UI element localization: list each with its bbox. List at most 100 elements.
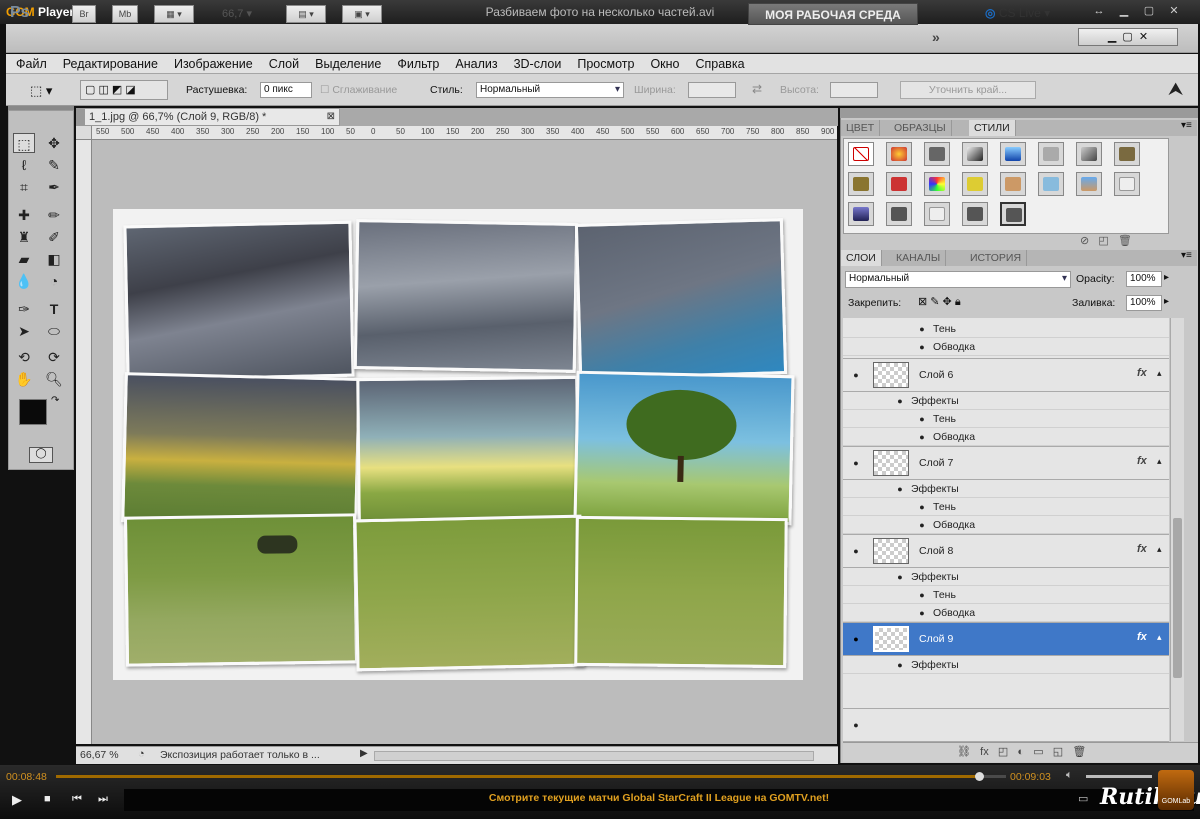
rect-marquee-icon[interactable]: ⬚ xyxy=(13,133,35,153)
refine-edge-button[interactable]: Уточнить край... xyxy=(900,81,1036,99)
zoom-icon[interactable]: 🔍︎ xyxy=(43,369,65,389)
mini-bridge-button[interactable]: Mb xyxy=(112,5,138,23)
effects-row[interactable]: ● Эффекты xyxy=(843,480,1169,498)
arrange-documents-button[interactable]: ▤ ▾ xyxy=(286,5,326,23)
style-swatch[interactable] xyxy=(1000,142,1026,166)
document-canvas[interactable] xyxy=(113,209,803,680)
gomlab-logo[interactable]: GOMLab xyxy=(1158,770,1194,810)
pen-icon[interactable]: ✑ xyxy=(13,299,35,319)
zoom-level-dropdown[interactable]: 66,7 ▾ xyxy=(222,7,252,20)
move-icon[interactable]: ✥ xyxy=(43,133,65,153)
effects-row[interactable]: ● Эффекты xyxy=(843,656,1169,674)
effect-shadow[interactable]: ● Тень xyxy=(843,410,1169,428)
opacity-input[interactable]: 100% xyxy=(1126,271,1162,287)
gradient-icon[interactable]: ◧ xyxy=(43,249,65,269)
menu-item[interactable]: Справка xyxy=(695,57,744,71)
style-swatch[interactable] xyxy=(924,142,950,166)
volume-icon[interactable]: 🔈︎ xyxy=(1066,769,1073,782)
style-swatch[interactable] xyxy=(962,172,988,196)
workspace-button[interactable]: МОЯ РАБОЧАЯ СРЕДА xyxy=(748,3,918,25)
layer-row[interactable]: ● Слой 6 fx ▴ xyxy=(843,358,1169,392)
styles-footer-icons[interactable]: ⊘ ◰ 🗑︎ xyxy=(1080,234,1132,247)
stop-button[interactable]: ■ xyxy=(44,793,51,805)
style-swatch[interactable] xyxy=(1076,172,1102,196)
style-swatch[interactable] xyxy=(1114,172,1140,196)
ticker-banner[interactable]: Смотрите текущие матчи Global StarCraft … xyxy=(124,789,1194,811)
close-button[interactable]: ✕ xyxy=(1165,4,1183,19)
width-input[interactable] xyxy=(688,82,736,98)
volume-slider[interactable] xyxy=(1086,775,1152,778)
style-none[interactable] xyxy=(848,142,874,166)
menu-item[interactable]: Окно xyxy=(650,57,679,71)
fill-input[interactable]: 100% xyxy=(1126,295,1162,311)
effect-stroke[interactable]: ● Обводка xyxy=(843,604,1169,622)
layers-footer-icons[interactable]: ⛓ fx ◰ ◐ ▭ ◱ 🗑︎ xyxy=(957,745,1086,758)
menu-item[interactable]: Просмотр xyxy=(577,57,634,71)
lasso-icon[interactable]: ℓ xyxy=(13,155,35,175)
layer-row[interactable]: ● Слой 8 fx ▴ xyxy=(843,534,1169,568)
swap-colors-icon[interactable]: ↷ xyxy=(51,395,59,406)
style-swatch[interactable] xyxy=(924,172,950,196)
crop-icon[interactable]: ⌗ xyxy=(13,177,35,197)
style-swatch[interactable] xyxy=(1114,142,1140,166)
cs-live-button[interactable]: ◎ CS Live ▾ xyxy=(985,6,1050,20)
style-swatch[interactable] xyxy=(848,172,874,196)
screen-icon[interactable]: ▭ xyxy=(1078,792,1088,805)
effect-stroke[interactable]: ● Обводка xyxy=(843,338,1169,356)
play-button[interactable]: ▶ xyxy=(12,792,22,808)
antialias-checkbox[interactable]: ☐ Сглаживание xyxy=(320,84,397,96)
menu-item[interactable]: 3D-слои xyxy=(514,57,562,71)
healing-icon[interactable]: ✚ xyxy=(13,205,35,225)
dodge-icon[interactable]: ◔ xyxy=(43,271,65,291)
layers-menu-icon[interactable]: ▾≡ xyxy=(1181,250,1192,261)
quick-select-icon[interactable]: ✎ xyxy=(43,155,65,175)
menu-item[interactable]: Файл xyxy=(16,57,47,71)
tab-layers[interactable]: СЛОИ xyxy=(841,250,882,266)
style-swatch[interactable] xyxy=(848,202,874,226)
lock-icons[interactable]: ⊠ ✎ ✥ 🔒︎ xyxy=(918,295,961,309)
effects-row[interactable]: ● Эффекты xyxy=(843,392,1169,410)
layers-scrollbar[interactable] xyxy=(1170,318,1184,741)
layer-row[interactable]: ● Слой 7 fx ▴ xyxy=(843,446,1169,480)
menu-item[interactable]: Анализ xyxy=(455,57,497,71)
minimize-button[interactable]: ▁ xyxy=(1115,4,1133,19)
selection-mode-icons[interactable]: ▢ ◫ ◩ ◪ xyxy=(80,80,168,100)
status-menu-arrow-icon[interactable]: ▶ xyxy=(360,748,368,759)
height-input[interactable] xyxy=(830,82,878,98)
view-extras-button[interactable]: ▦ ▾ xyxy=(154,5,194,23)
previous-button[interactable]: ⏮ xyxy=(72,793,82,806)
tab-styles[interactable]: СТИЛИ xyxy=(969,120,1016,136)
history-brush-icon[interactable]: ✐ xyxy=(43,227,65,247)
style-swatch[interactable] xyxy=(1038,142,1064,166)
fill-arrow-icon[interactable]: ▸ xyxy=(1164,296,1169,307)
next-button[interactable]: ⏭ xyxy=(98,793,108,806)
status-info-icon[interactable]: ◔ xyxy=(138,748,145,760)
menu-item[interactable]: Редактирование xyxy=(63,57,158,71)
foreground-color-swatch[interactable] xyxy=(19,399,47,425)
effect-shadow[interactable]: ● Тень xyxy=(843,586,1169,604)
chevron-right-icon[interactable]: » xyxy=(932,29,940,45)
effect-stroke[interactable]: ● Обводка xyxy=(843,516,1169,534)
layer-row[interactable]: ● xyxy=(843,708,1169,742)
blur-icon[interactable]: 💧 xyxy=(13,271,35,291)
document-tab[interactable]: 1_1.jpg @ 66,7% (Слой 9, RGB/8) * ⊠ xyxy=(84,108,340,126)
style-select[interactable]: Нормальный ▾ xyxy=(476,82,624,98)
menu-item[interactable]: Фильтр xyxy=(397,57,439,71)
scrollbar-thumb[interactable] xyxy=(1173,518,1182,678)
effect-shadow[interactable]: ● Тень xyxy=(843,320,1169,338)
brush-icon[interactable]: ✏ xyxy=(43,205,65,225)
tab-color[interactable]: ЦВЕТ xyxy=(841,120,881,136)
panel-menu-icon[interactable]: ▾≡ xyxy=(1181,120,1192,131)
style-swatch[interactable] xyxy=(886,142,912,166)
hand-icon[interactable]: ✋ xyxy=(13,369,35,389)
effect-stroke[interactable]: ● Обводка xyxy=(843,428,1169,446)
marquee-tool-preset[interactable]: ⬚ ▾ xyxy=(30,83,52,99)
tab-history[interactable]: ИСТОРИЯ xyxy=(965,250,1028,266)
stamp-icon[interactable]: ♜ xyxy=(13,227,35,247)
opacity-arrow-icon[interactable]: ▸ xyxy=(1164,272,1169,283)
menu-item[interactable]: Выделение xyxy=(315,57,381,71)
bridge-button[interactable]: Br xyxy=(72,5,96,23)
tab-channels[interactable]: КАНАЛЫ xyxy=(891,250,947,266)
quick-mask-icon[interactable]: ◯ xyxy=(29,447,53,463)
menu-item[interactable]: Слой xyxy=(269,57,299,71)
